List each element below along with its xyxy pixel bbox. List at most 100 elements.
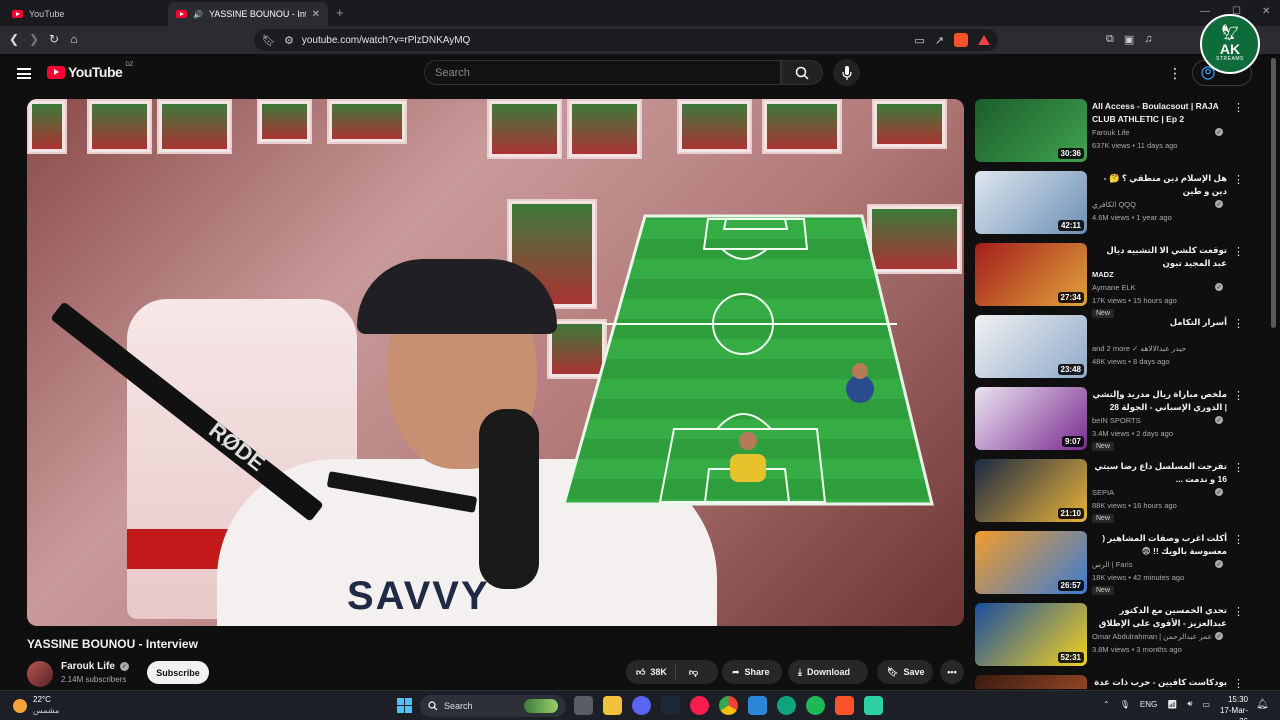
battery-icon[interactable]: ▭ (1202, 700, 1210, 709)
voice-search-button[interactable] (833, 59, 860, 86)
recommendation-item[interactable]: 21:10 تفرجت المسلسل داع رضا سيتي 16 و ندم… (975, 459, 1265, 525)
recommendation-menu-icon[interactable]: ⋮ (1233, 533, 1244, 546)
recommendation-menu-icon[interactable]: ⋮ (1233, 605, 1244, 618)
audio-app-icon[interactable] (864, 696, 883, 715)
bookmark-icon[interactable]: 🔖︎ (262, 34, 276, 47)
recommendation-thumbnail[interactable]: 26:57 (975, 531, 1087, 594)
extensions-icon[interactable]: ⧉ (1106, 33, 1114, 46)
recommendation-thumbnail[interactable]: 21:10 (975, 459, 1087, 522)
recommendation-title[interactable]: أسرار التكامل (1092, 316, 1227, 329)
recommendation-menu-icon[interactable]: ⋮ (1233, 389, 1244, 402)
recommendation-item[interactable]: 52:31 تحدي الخمسين مع الدكتور عبدالعزيز -… (975, 603, 1265, 669)
new-tab-button[interactable]: + (336, 5, 344, 20)
recommendation-thumbnail[interactable]: 23:48 (975, 315, 1087, 378)
page-scrollbar[interactable] (1271, 58, 1276, 328)
recommendation-thumbnail[interactable]: 27:34 (975, 243, 1087, 306)
weather-description[interactable]: مشمس (33, 706, 59, 715)
recommendation-item[interactable]: بودكاست كافيين - حرب ذات عدة جبهاتTrap k… (975, 675, 1265, 689)
spotify-icon[interactable] (806, 696, 825, 715)
site-info-icon[interactable]: ⚙︎ (284, 34, 294, 47)
minimize-button[interactable]: — (1200, 6, 1210, 17)
steam-icon[interactable] (661, 696, 680, 715)
download-button[interactable]: ⤓ Download (788, 660, 868, 684)
recommendation-menu-icon[interactable]: ⋮ (1233, 245, 1244, 258)
recommendation-item[interactable]: 26:57 أكلت اغرب وصفات المشاهير ( معسوسة ب… (975, 531, 1265, 597)
recommendation-thumbnail[interactable]: 52:31 (975, 603, 1087, 666)
recommendation-menu-icon[interactable]: ⋮ (1233, 461, 1244, 474)
weather-sun-icon[interactable] (13, 699, 27, 713)
recommendation-title[interactable]: ملخص مباراة ريال مدريد وإلتشي | الدوري ا… (1092, 388, 1227, 414)
photos-icon[interactable] (748, 696, 767, 715)
tray-mic-icon[interactable]: 🎙︎ (1120, 700, 1130, 709)
sidebar-icon[interactable]: ▣ (1124, 33, 1134, 46)
close-tab-icon[interactable]: ✕ (312, 9, 320, 20)
search-button[interactable] (781, 60, 823, 85)
tab-youtube[interactable]: YouTube (4, 2, 164, 26)
recommendation-title[interactable]: بودكاست كافيين - حرب ذات عدة جبهات (1092, 676, 1227, 689)
recommendation-menu-icon[interactable]: ⋮ (1233, 677, 1244, 689)
more-actions-button[interactable]: ••• (940, 660, 964, 684)
recommendation-item[interactable]: 42:11 هل الإسلام دين منطقي ؟ 🤔 - دين و طي… (975, 171, 1265, 237)
language-indicator[interactable]: ENG (1140, 700, 1157, 709)
recommendation-title[interactable]: تفرجت المسلسل داع رضا سيتي 16 و ندمت ... (1092, 460, 1227, 486)
recommendation-thumbnail[interactable]: 9:07 (975, 387, 1087, 450)
reload-icon[interactable]: ↻ (46, 32, 62, 46)
media-icon[interactable]: ♫ (1144, 33, 1152, 46)
recommendation-title[interactable]: توقعت كلشي الا التشبيه ديال عبد المجيد ت… (1092, 244, 1227, 270)
forward-icon[interactable]: ❯ (26, 32, 42, 46)
opera-gx-icon[interactable] (690, 696, 709, 715)
address-bar[interactable]: 🔖︎ ⚙︎ youtube.com/watch?v=rPlzDNKAyMQ ▭ … (254, 29, 998, 51)
channel-name[interactable]: Farouk Life ✓ (61, 661, 129, 672)
channel-name-text[interactable]: Farouk Life (61, 661, 115, 672)
recommendation-menu-icon[interactable]: ⋮ (1233, 317, 1244, 330)
recommendation-thumbnail[interactable]: 30:36 (975, 99, 1087, 162)
back-icon[interactable]: ❮ (6, 32, 22, 46)
recommendation-thumbnail[interactable] (975, 675, 1087, 689)
tab-video[interactable]: 🔊 YASSINE BOUNOU - Interview ✕ (168, 2, 328, 26)
cast-icon[interactable]: ▭ (914, 34, 924, 47)
recommendation-menu-icon[interactable]: ⋮ (1233, 173, 1244, 186)
share-page-icon[interactable]: ↗ (935, 34, 944, 47)
like-button[interactable]: 👍︎ 38K (626, 664, 676, 680)
menu-icon[interactable] (17, 68, 31, 79)
recommendation-channel[interactable]: Aymane ELK (1092, 283, 1136, 292)
recommendation-channel[interactable]: Omar Abdulrahman | عمر عبدالرحمن (1092, 632, 1212, 641)
recommendation-item[interactable]: 27:34 توقعت كلشي الا التشبيه ديال عبد الم… (975, 243, 1265, 318)
weather-temperature[interactable]: 22°C (33, 695, 51, 704)
taskbar-search[interactable]: Search (420, 695, 566, 717)
recommendation-channel[interactable]: Farouk Life (1092, 128, 1130, 137)
settings-menu-icon[interactable]: ⋮ (1168, 65, 1182, 82)
recommendation-channel[interactable]: SEPIA (1092, 488, 1114, 497)
recommendation-menu-icon[interactable]: ⋮ (1233, 101, 1244, 114)
tray-overflow-icon[interactable]: ⌃ (1103, 700, 1110, 709)
brave-icon[interactable] (835, 696, 854, 715)
windows-start-icon[interactable] (397, 698, 412, 713)
recommendation-title[interactable]: All Access - Boulacsout | RAJA CLUB ATHL… (1092, 100, 1227, 126)
recommendation-channel[interactable]: الكافري QQQ (1092, 200, 1136, 209)
share-button[interactable]: ➦ Share (722, 660, 782, 684)
recommendation-channel[interactable]: and 2 more ✓ حيدر عبدالالاهه (1092, 344, 1186, 353)
recommendation-item[interactable]: 9:07 ملخص مباراة ريال مدريد وإلتشي | الدو… (975, 387, 1265, 453)
file-explorer-icon[interactable] (603, 696, 622, 715)
notifications-icon[interactable]: 🔔︎ (1256, 699, 1269, 710)
recommendation-item[interactable]: 23:48 أسرار التكامل and 2 more ✓ حيدر عبدا… (975, 315, 1265, 381)
recommendation-item[interactable]: 30:36 All Access - Boulacsout | RAJA CLUB… (975, 99, 1265, 165)
brave-rewards-icon[interactable] (978, 35, 990, 45)
brave-shields-icon[interactable] (954, 33, 968, 47)
system-clock[interactable]: 15:30 17-Mar-26 (1212, 694, 1248, 720)
recommendation-channel[interactable]: الرس | Faris (1092, 560, 1132, 569)
channel-avatar[interactable] (27, 661, 53, 687)
wifi-icon[interactable]: 📶︎ (1167, 700, 1177, 709)
recommendation-thumbnail[interactable]: 42:11 (975, 171, 1087, 234)
subscribe-button[interactable]: Subscribe (147, 661, 209, 684)
chrome-icon[interactable] (719, 696, 738, 715)
close-window-button[interactable]: ✕ (1262, 6, 1270, 17)
youtube-logo[interactable]: YouTube DZ (47, 62, 133, 80)
video-player[interactable]: SAVVY RØDE (27, 99, 964, 626)
recommendation-title[interactable]: تحدي الخمسين مع الدكتور عبدالعزيز - الأق… (1092, 604, 1227, 631)
save-button[interactable]: 🔖︎ Save (877, 660, 933, 684)
home-icon[interactable]: ⌂ (66, 32, 82, 46)
recommendation-channel[interactable]: beIN SPORTS (1092, 416, 1141, 425)
recommendation-title[interactable]: هل الإسلام دين منطقي ؟ 🤔 - دين و طين (1092, 172, 1227, 198)
url-text[interactable]: youtube.com/watch?v=rPlzDNKAyMQ (302, 35, 471, 46)
